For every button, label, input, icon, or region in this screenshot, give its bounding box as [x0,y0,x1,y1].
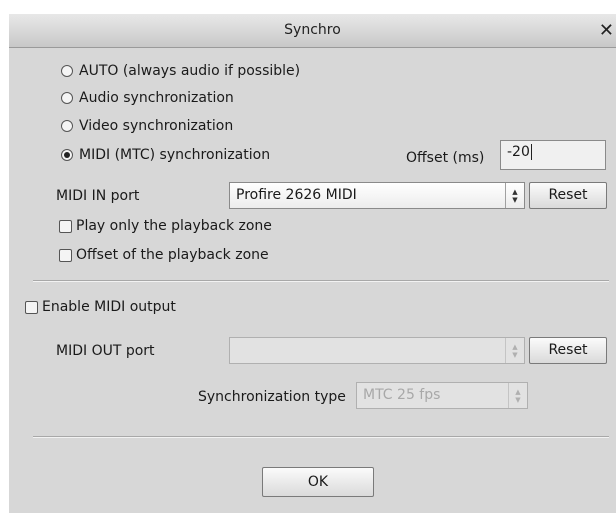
midi-in-label: MIDI IN port [56,188,140,204]
radio-video[interactable]: Video synchronization [61,118,233,134]
radio-midi-mtc[interactable]: MIDI (MTC) synchronization [61,147,270,163]
radio-label: Video synchronization [79,118,234,134]
midi-in-value: Profire 2626 MIDI [236,187,357,203]
radio-label: MIDI (MTC) synchronization [79,147,271,163]
offset-input[interactable]: -20 [500,140,606,170]
window-title: Synchro [284,22,341,38]
midi-out-select[interactable]: ▲ ▼ [229,337,525,364]
checkbox[interactable] [59,219,72,233]
radio-audio[interactable]: Audio synchronization [61,90,234,106]
check-offset-zone[interactable]: Offset of the playback zone [59,247,269,263]
checkbox-label: Offset of the playback zone [76,247,269,263]
close-icon[interactable]: ✕ [599,20,614,41]
radio-label: Audio synchronization [79,90,234,106]
title-bar: Synchro ✕ [9,14,616,48]
sync-type-value: MTC 25 fps [363,387,441,403]
sync-type-label: Synchronization type [198,389,346,405]
checkbox-label: Play only the playback zone [76,218,272,234]
checkbox[interactable] [25,300,38,314]
midi-out-reset-button[interactable]: Reset [529,337,607,364]
checkbox[interactable] [59,248,72,262]
midi-out-label: MIDI OUT port [56,343,155,359]
sync-type-select[interactable]: MTC 25 fps ▲ ▼ [356,382,528,409]
ok-button[interactable]: OK [262,467,374,497]
midi-in-reset-button[interactable]: Reset [529,182,607,209]
up-down-arrows-icon: ▲ ▼ [505,183,524,208]
radio-button[interactable] [61,92,73,104]
radio-button[interactable] [61,149,73,161]
synchro-dialog: AUTO (always audio if possible) Audio sy… [9,48,616,513]
check-play-only-zone[interactable]: Play only the playback zone [59,218,272,234]
up-down-arrows-icon: ▲ ▼ [508,383,527,408]
radio-button[interactable] [61,65,73,77]
radio-auto[interactable]: AUTO (always audio if possible) [61,63,300,79]
offset-value: -20 [507,144,530,160]
radio-label: AUTO (always audio if possible) [79,63,301,79]
midi-in-select[interactable]: Profire 2626 MIDI ▲ ▼ [229,182,525,209]
checkbox-label: Enable MIDI output [42,299,176,315]
up-down-arrows-icon: ▲ ▼ [505,338,524,363]
separator [33,436,609,438]
offset-label: Offset (ms) [406,150,485,166]
separator [33,280,609,282]
radio-button[interactable] [61,120,73,132]
check-enable-midi-output[interactable]: Enable MIDI output [25,299,176,315]
